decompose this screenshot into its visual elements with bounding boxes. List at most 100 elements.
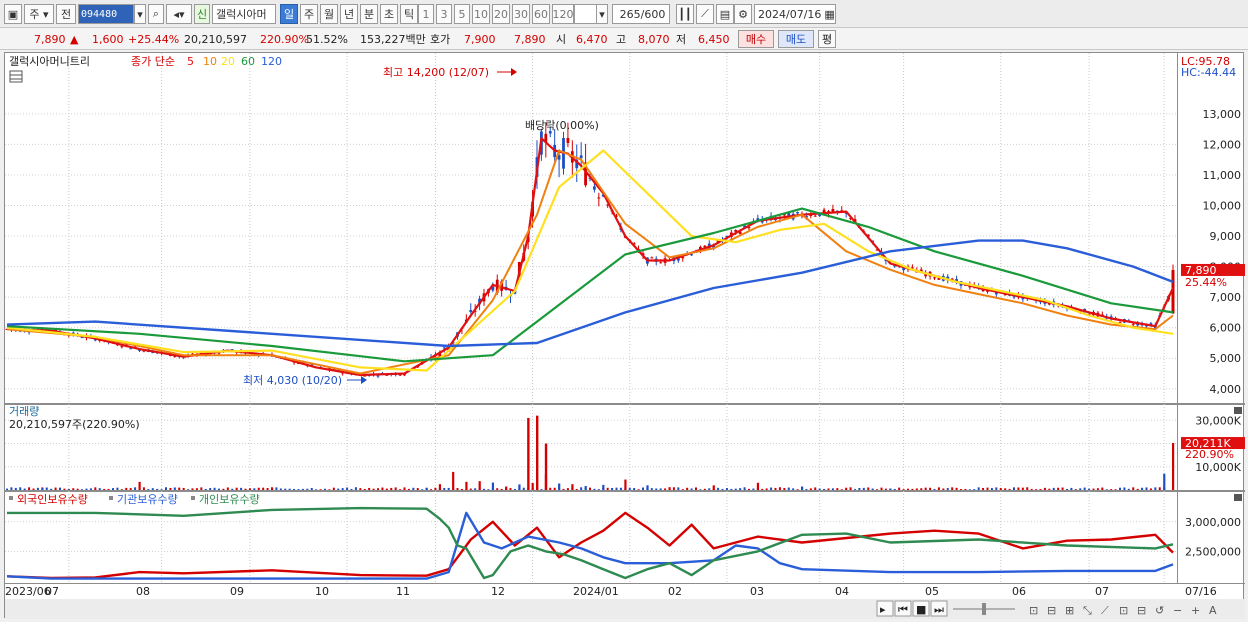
- tool-icon[interactable]: ⊞: [1065, 604, 1074, 617]
- volume-bar: [1127, 488, 1130, 490]
- period-tab[interactable]: 년: [340, 4, 358, 24]
- holdings-legend-0: 외국인보유수량: [17, 493, 88, 506]
- volume-bar: [1070, 487, 1073, 490]
- speaker-icon[interactable]: ◂▾: [166, 4, 192, 24]
- volume-bar: [871, 488, 874, 490]
- volume-bar: [350, 488, 353, 490]
- stock-chart-svg[interactable]: 2023/06 08 09 10 11 12 2024/01 02 03 04 05 06 07 07 07…: [5, 53, 1245, 619]
- volume-bar: [456, 488, 459, 490]
- interval-tab[interactable]: 20: [492, 4, 510, 24]
- gear-icon[interactable]: ⚙: [734, 4, 752, 24]
- interval-tab[interactable]: 1: [418, 4, 434, 24]
- tool-icon[interactable]: A: [1209, 604, 1217, 617]
- volume-bar: [778, 487, 781, 490]
- ma-legend-10: 10: [203, 55, 217, 68]
- volume-bar: [505, 486, 508, 490]
- volume-bar: [354, 487, 357, 490]
- volume-bar: [752, 488, 755, 490]
- volume-bar: [195, 488, 198, 490]
- volume-bar: [1079, 488, 1082, 490]
- interval-dropdown-icon[interactable]: ▾: [596, 4, 608, 24]
- volume-bar: [668, 487, 671, 490]
- volume-bar: [385, 488, 388, 490]
- volume-bar: [672, 487, 675, 490]
- volume-bar: [544, 443, 548, 490]
- volume-bar: [558, 483, 561, 490]
- code-dropdown-icon[interactable]: ▾: [134, 4, 146, 24]
- volume-bar: [421, 489, 424, 490]
- candle-type-icon[interactable]: ┃┃: [676, 4, 694, 24]
- tool-icon[interactable]: ⟋: [1101, 604, 1109, 617]
- prev-button[interactable]: 전: [56, 4, 76, 24]
- date-axis-label: 10: [315, 585, 329, 598]
- volume-bar: [399, 489, 402, 490]
- volume-bar: [142, 487, 145, 490]
- draw-tool-icon[interactable]: ⟋: [696, 4, 714, 24]
- tool-icon[interactable]: ⊡: [1119, 604, 1128, 617]
- up-arrow-icon: ▲: [70, 32, 79, 46]
- volume-bar: [1088, 488, 1091, 490]
- volume-bar: [315, 489, 318, 490]
- period-tab[interactable]: 주: [300, 4, 318, 24]
- volume-bar: [390, 487, 393, 490]
- date-axis-label: 11: [396, 585, 410, 598]
- price-change-pct: +25.44%: [128, 32, 180, 46]
- tool-icon[interactable]: ⊡: [1029, 604, 1038, 617]
- panel-divider: [5, 403, 1245, 405]
- count-display[interactable]: 265/600: [612, 4, 670, 24]
- buy-button[interactable]: 매수: [738, 30, 774, 48]
- volume-bar: [823, 488, 826, 490]
- volume-bar: [1158, 487, 1161, 490]
- search-icon[interactable]: ⌕: [148, 4, 164, 24]
- volume-bar: [584, 486, 587, 490]
- price-tick-label: 11,000: [1203, 169, 1242, 182]
- date-axis-label: 2024/01: [573, 585, 619, 598]
- interval-tab[interactable]: 5: [454, 4, 470, 24]
- volume-bar: [937, 487, 940, 490]
- save-icon[interactable]: ▤: [716, 4, 734, 24]
- tool-icon[interactable]: −: [1173, 604, 1182, 617]
- candle-body: [129, 348, 133, 350]
- volume-bar: [1119, 487, 1121, 490]
- volume-bar: [412, 487, 415, 490]
- volume-bar: [801, 486, 804, 490]
- zoom-slider-thumb[interactable]: [982, 603, 986, 615]
- calendar-icon[interactable]: ▦: [824, 8, 834, 21]
- quote-bar: 7,890 ▲ 1,600 +25.44% 20,210,597 220.90%…: [0, 28, 1248, 50]
- candle-body: [813, 215, 817, 217]
- eval-button[interactable]: 평: [818, 30, 836, 48]
- tool-icon[interactable]: ⊟: [1137, 604, 1146, 617]
- volume-bar: [942, 488, 945, 490]
- period-tab[interactable]: 초: [380, 4, 398, 24]
- market-select[interactable]: 주 ▾: [24, 4, 54, 24]
- period-tab[interactable]: 틱: [400, 4, 418, 24]
- volume-bar: [363, 489, 366, 490]
- period-tab[interactable]: 분: [360, 4, 378, 24]
- period-tab[interactable]: 일: [280, 4, 298, 24]
- tool-icon[interactable]: ⤡: [1083, 604, 1092, 617]
- volume-bar: [288, 488, 291, 490]
- tool-icon[interactable]: ⊟: [1047, 604, 1056, 617]
- interval-tab[interactable]: 3: [436, 4, 452, 24]
- interval-tab[interactable]: 60: [532, 4, 550, 24]
- volume-bar: [571, 484, 574, 490]
- dividend-annotation: 배당락(0.00%): [525, 119, 599, 132]
- chart-area[interactable]: 2023/06 08 09 10 11 12 2024/01 02 03 04 05 06 07 07 07…: [4, 52, 1245, 619]
- interval-tab[interactable]: 30: [512, 4, 530, 24]
- date-axis-label: 03: [750, 585, 764, 598]
- volume-bar: [28, 487, 31, 490]
- window-icon[interactable]: ▣: [4, 4, 22, 24]
- interval-tab[interactable]: 120: [552, 4, 574, 24]
- candle-body: [650, 257, 654, 259]
- stock-name-field[interactable]: 갤럭시아머: [212, 4, 276, 24]
- tool-icon[interactable]: +: [1191, 604, 1200, 617]
- interval-tab[interactable]: 10: [472, 4, 490, 24]
- tool-icon[interactable]: ↺: [1155, 604, 1164, 617]
- date-field[interactable]: 2024/07/16 ▦: [754, 4, 836, 24]
- sell-button[interactable]: 매도: [778, 30, 814, 48]
- volume-bar: [739, 488, 742, 490]
- ma-line-60: [6, 207, 1174, 363]
- volume-bar: [977, 487, 980, 490]
- stock-code-input[interactable]: 094480: [78, 4, 134, 24]
- period-tab[interactable]: 월: [320, 4, 338, 24]
